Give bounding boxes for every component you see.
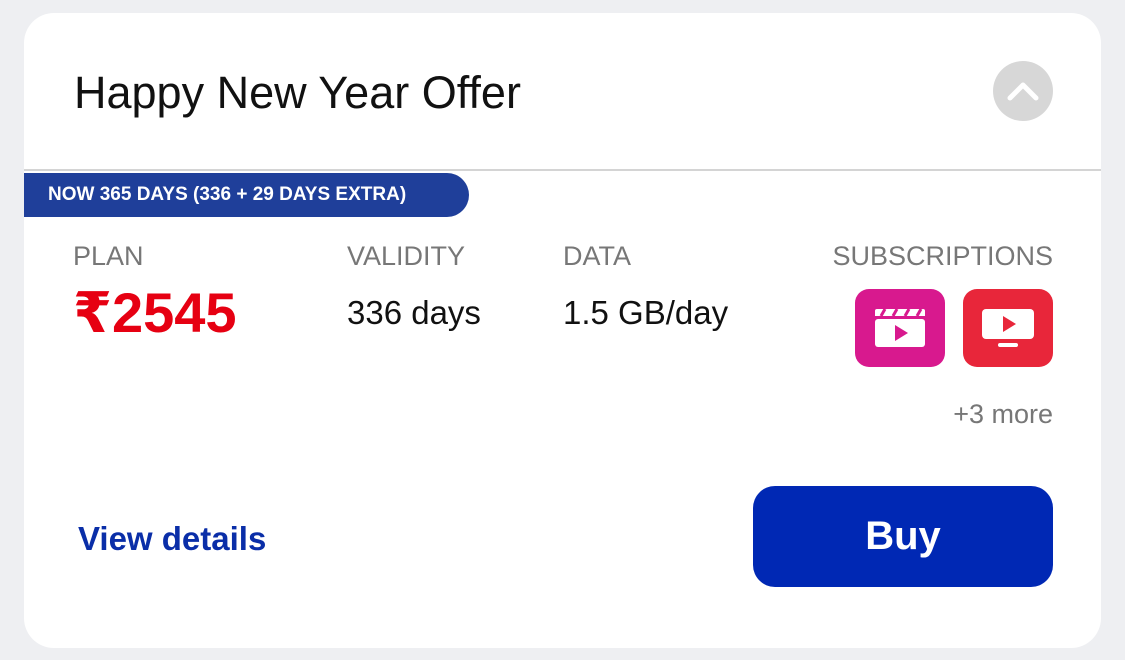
tv-app-icon[interactable] xyxy=(963,289,1053,367)
plan-price: ₹2545 xyxy=(73,281,237,344)
validity-label: VALIDITY xyxy=(347,241,466,271)
plan-label: PLAN xyxy=(73,241,144,271)
offer-badge: NOW 365 DAYS (336 + 29 DAYS EXTRA) xyxy=(24,173,469,217)
offer-title: Happy New Year Offer xyxy=(74,67,521,118)
plan-card: Happy New Year Offer NOW 365 DAYS (336 +… xyxy=(24,13,1101,648)
subscriptions-label: SUBSCRIPTIONS xyxy=(832,241,1053,271)
collapse-button[interactable] xyxy=(993,61,1053,121)
data-label: DATA xyxy=(563,241,632,271)
cinema-app-icon[interactable] xyxy=(855,289,945,367)
validity-value: 336 days xyxy=(347,294,481,331)
divider xyxy=(24,169,1101,171)
more-subscriptions[interactable]: +3 more xyxy=(953,397,1053,431)
chevron-up-icon xyxy=(1007,82,1039,101)
data-value: 1.5 GB/day xyxy=(563,294,729,331)
buy-button[interactable]: Buy xyxy=(753,486,1053,587)
view-details-link[interactable]: View details xyxy=(78,519,266,559)
